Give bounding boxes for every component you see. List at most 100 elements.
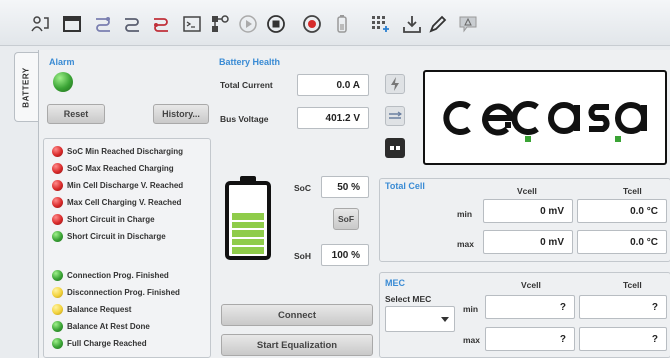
alarm-status-led [53, 72, 73, 92]
edit-icon[interactable] [426, 12, 450, 36]
history-button[interactable]: History... [153, 104, 209, 124]
mec-tcell-header: Tcell [623, 280, 642, 290]
toolbar [0, 0, 670, 46]
soc-value: 50 % [321, 176, 369, 198]
alarm-item-label: Max Cell Charging V. Reached [67, 197, 182, 207]
connect-button[interactable]: Connect [221, 304, 373, 326]
mec-max-tcell: ? [579, 327, 667, 351]
alarm-item-label: Short Circuit in Discharge [67, 231, 166, 241]
mec-vcell-header: Vcell [521, 280, 541, 290]
alarm-item-label: Balance At Rest Done [67, 321, 150, 331]
total-cell-min-vcell: 0 mV [483, 199, 573, 223]
alarm-list-item: Balance Request [52, 303, 131, 315]
tab-battery[interactable]: BATTERY [14, 52, 38, 122]
battery-level-bar [232, 221, 264, 229]
status-led-icon [52, 213, 63, 225]
cecasa-logo [423, 70, 667, 165]
status-led-icon [52, 320, 63, 332]
alarm-item-label: Balance Request [67, 304, 132, 314]
network-icon[interactable] [208, 12, 232, 36]
total-cell-title: Total Cell [385, 181, 425, 191]
bus-voltage-value: 401.2 V [297, 107, 369, 129]
alarm-item-label: Connection Prog. Finished [67, 270, 169, 280]
alarm-item-label: Full Charge Reached [67, 338, 147, 348]
terminal-icon[interactable] [180, 12, 204, 36]
total-cell-max-vcell: 0 mV [483, 230, 573, 254]
mec-title: MEC [385, 278, 405, 288]
alarm-list-item: SoC Min Reached Discharging [52, 145, 183, 157]
battery-health-title: Battery Health [219, 57, 281, 67]
folder-icon[interactable] [60, 12, 84, 36]
record-icon[interactable] [300, 12, 324, 36]
mec-select[interactable] [385, 306, 455, 332]
battery-gauge [225, 176, 271, 260]
alarm-list-item: Full Charge Reached [52, 337, 147, 349]
switch-icon[interactable] [385, 138, 405, 158]
alarm-list-item: Connection Prog. Finished [52, 269, 169, 281]
battery-device-icon[interactable] [330, 12, 354, 36]
total-cell-max-tcell: 0.0 °C [577, 230, 667, 254]
alarm-list-item: SoC Max Reached Charging [52, 162, 174, 174]
status-led-icon [52, 162, 63, 174]
alarm-list-item: Balance At Rest Done [52, 320, 150, 332]
soc-label: SoC [294, 183, 311, 193]
status-led-icon [52, 337, 63, 349]
disconnect-icon[interactable] [120, 12, 144, 36]
alarm-list-item: Short Circuit in Discharge [52, 230, 166, 242]
chevron-down-icon [441, 317, 449, 322]
soh-label: SoH [294, 251, 311, 261]
reset-button[interactable]: Reset [47, 104, 105, 124]
status-led-icon [52, 145, 63, 157]
start-equalization-button[interactable]: Start Equalization [221, 334, 373, 356]
total-cell-max-label: max [457, 239, 475, 249]
connect-icon[interactable] [91, 12, 115, 36]
mec-min-tcell: ? [579, 295, 667, 319]
status-led-icon [52, 303, 63, 315]
warning-flag-icon[interactable] [456, 12, 480, 36]
tab-battery-label: BATTERY [22, 66, 32, 108]
status-led-icon [52, 179, 63, 191]
mec-min-label: min [463, 304, 479, 314]
sliders-icon[interactable] [385, 106, 405, 126]
alarm-item-label: Short Circuit in Charge [67, 214, 155, 224]
alarm-list-item: Disconnection Prog. Finished [52, 286, 180, 298]
lightning-icon[interactable] [385, 74, 405, 94]
battery-level-bar [232, 238, 264, 246]
link-icon[interactable] [149, 12, 173, 36]
total-cell-min-tcell: 0.0 °C [577, 199, 667, 223]
sof-button[interactable]: SoF [333, 208, 359, 230]
battery-level-bar [232, 247, 264, 254]
user-login-icon[interactable] [28, 12, 52, 36]
alarm-list: SoC Min Reached Discharging SoC Max Reach… [43, 138, 211, 358]
battery-level-bar [232, 212, 264, 220]
total-cell-tcell-header: Tcell [623, 186, 642, 196]
status-led-icon [52, 286, 63, 298]
alarm-item-label: Disconnection Prog. Finished [67, 287, 180, 297]
total-cell-vcell-header: Vcell [517, 186, 537, 196]
alarm-item-label: Min Cell Discharge V. Reached [67, 180, 184, 190]
battery-panel: Alarm Reset History... SoC Min Reached D… [38, 50, 670, 358]
mec-max-label: max [463, 335, 481, 345]
alarm-item-label: SoC Max Reached Charging [67, 163, 174, 173]
mec-min-vcell: ? [485, 295, 575, 319]
alarm-item-label: SoC Min Reached Discharging [67, 146, 184, 156]
alarm-title: Alarm [49, 57, 75, 67]
select-mec-label: Select MEC [385, 294, 432, 304]
bus-voltage-label: Bus Voltage [220, 114, 269, 124]
alarm-list-item: Max Cell Charging V. Reached [52, 196, 181, 208]
total-current-label: Total Current [220, 80, 273, 90]
total-cell-min-label: min [457, 209, 473, 219]
status-led-icon [52, 269, 63, 281]
mec-max-vcell: ? [485, 327, 575, 351]
total-current-value: 0.0 A [297, 74, 369, 96]
alarm-list-item: Short Circuit in Charge [52, 213, 155, 225]
soh-value: 100 % [321, 244, 369, 266]
play-icon[interactable] [236, 12, 260, 36]
battery-level-bar [232, 230, 264, 237]
download-icon[interactable] [400, 12, 424, 36]
stop-icon[interactable] [264, 12, 288, 36]
alarm-list-item: Min Cell Discharge V. Reached [52, 179, 183, 191]
grid-add-icon[interactable] [368, 12, 392, 36]
status-led-icon [52, 230, 63, 242]
status-led-icon [52, 196, 63, 208]
